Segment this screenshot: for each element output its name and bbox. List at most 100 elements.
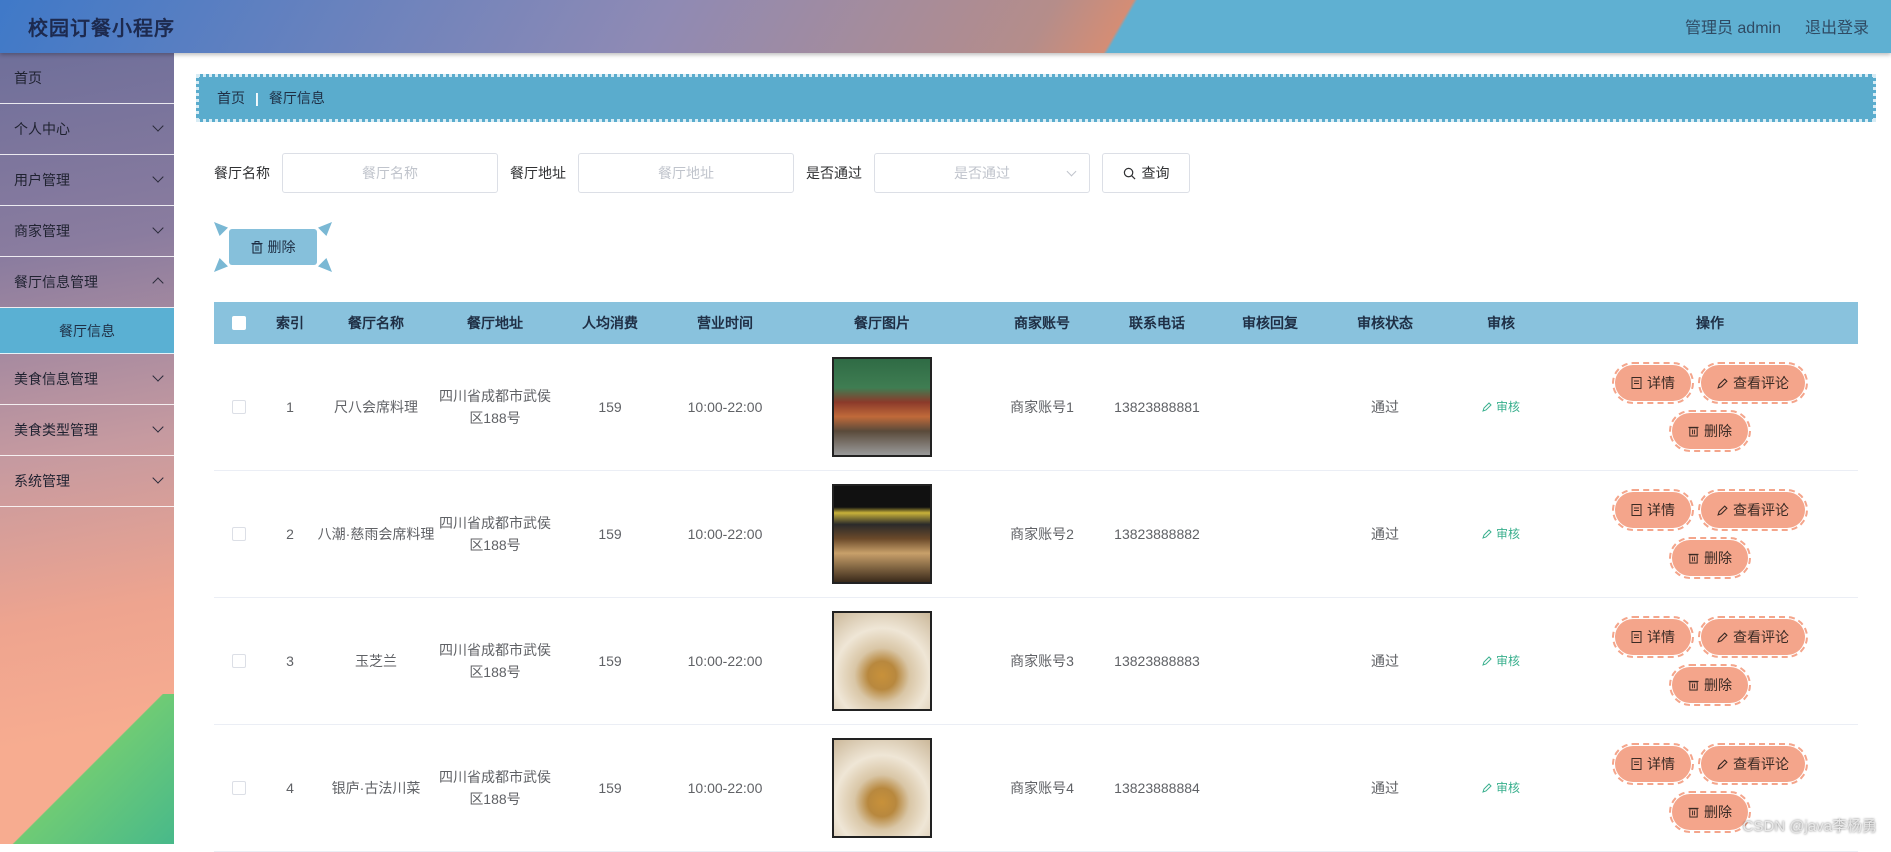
sidebar-item-food-management[interactable]: 美食信息管理: [0, 354, 174, 405]
column-header: 操作: [1562, 312, 1858, 334]
cell-phone: 13823888881: [1104, 396, 1210, 418]
column-header: 营业时间: [666, 312, 784, 334]
cell-index: 2: [264, 523, 316, 545]
batch-delete-wrapper: 删除: [214, 220, 332, 274]
sidebar-item-food-type-management[interactable]: 美食类型管理: [0, 405, 174, 456]
audit-link[interactable]: 审核: [1482, 396, 1520, 418]
restaurant-name-input[interactable]: [282, 153, 498, 193]
sidebar-item-user-management[interactable]: 用户管理: [0, 155, 174, 206]
document-icon: [1631, 631, 1642, 643]
cell-average-price: 159: [554, 396, 666, 418]
row-checkbox[interactable]: [232, 400, 246, 414]
breadcrumb: 首页 | 餐厅信息: [196, 74, 1876, 122]
restaurant-address-label: 餐厅地址: [510, 163, 566, 183]
cell-audit-status: 通过: [1330, 650, 1440, 672]
breadcrumb-home[interactable]: 首页: [217, 88, 245, 108]
detail-button-label: 详情: [1647, 753, 1675, 775]
detail-button[interactable]: 详情: [1615, 746, 1691, 782]
audit-link-label: 审核: [1496, 523, 1520, 545]
audit-link-label: 审核: [1496, 777, 1520, 799]
cell-audit-status: 通过: [1330, 777, 1440, 799]
view-comments-button[interactable]: 查看评论: [1701, 619, 1805, 655]
column-header: 餐厅地址: [436, 312, 554, 334]
csdn-watermark: CSDN @java李杨勇: [1743, 815, 1877, 836]
view-comments-button[interactable]: 查看评论: [1701, 365, 1805, 401]
detail-button[interactable]: 详情: [1615, 619, 1691, 655]
admin-user-label: 管理员 admin: [1685, 14, 1781, 38]
restaurant-image: [832, 738, 932, 838]
delete-button-label: 删除: [1704, 420, 1732, 442]
corner-decoration: [318, 258, 332, 272]
delete-button[interactable]: 删除: [1672, 413, 1748, 449]
top-header: 校园订餐小程序 管理员 admin 退出登录: [0, 0, 1891, 53]
view-comments-button[interactable]: 查看评论: [1701, 492, 1805, 528]
delete-button[interactable]: 删除: [1672, 794, 1748, 830]
cell-audit-status: 通过: [1330, 523, 1440, 545]
detail-button[interactable]: 详情: [1615, 492, 1691, 528]
cell-average-price: 159: [554, 650, 666, 672]
row-actions: 详情 查看评论 删除: [1615, 492, 1805, 576]
delete-button[interactable]: 删除: [1672, 540, 1748, 576]
view-comments-button[interactable]: 查看评论: [1701, 746, 1805, 782]
query-button[interactable]: 查询: [1102, 153, 1190, 193]
restaurant-image: [832, 611, 932, 711]
sidebar-item-merchant-management[interactable]: 商家管理: [0, 206, 174, 257]
search-bar: 餐厅名称 餐厅地址 是否通过 是否通过 查询: [214, 153, 1190, 193]
restaurant-table: 索引 餐厅名称 餐厅地址 人均消费 营业时间 餐厅图片 商家账号 联系电话 审核…: [214, 302, 1858, 852]
cell-index: 3: [264, 650, 316, 672]
cell-restaurant-name: 八潮·慈雨会席料理: [316, 523, 436, 545]
row-checkbox[interactable]: [232, 527, 246, 541]
view-comments-label: 查看评论: [1733, 626, 1789, 648]
trash-icon: [251, 241, 263, 254]
cell-audit-status: 通过: [1330, 396, 1440, 418]
sidebar-item-home[interactable]: 首页: [0, 53, 174, 104]
approval-status-label: 是否通过: [806, 163, 862, 183]
row-checkbox[interactable]: [232, 781, 246, 795]
edit-icon: [1717, 759, 1728, 770]
sidebar-item-system-management[interactable]: 系统管理: [0, 456, 174, 507]
restaurant-address-input[interactable]: [578, 153, 794, 193]
restaurant-name-label: 餐厅名称: [214, 163, 270, 183]
cell-address: 四川省成都市武侯区188号: [436, 512, 554, 556]
audit-link[interactable]: 审核: [1482, 523, 1520, 545]
trash-icon: [1688, 425, 1699, 437]
column-header: 商家账号: [980, 312, 1104, 334]
breadcrumb-separator: |: [255, 90, 259, 106]
view-comments-label: 查看评论: [1733, 753, 1789, 775]
column-header: 审核状态: [1330, 312, 1440, 334]
cell-restaurant-name: 银庐·古法川菜: [316, 777, 436, 799]
detail-button[interactable]: 详情: [1615, 365, 1691, 401]
cell-merchant-account: 商家账号4: [980, 777, 1104, 799]
approval-status-select[interactable]: 是否通过: [874, 153, 1090, 193]
chevron-down-icon: [152, 472, 163, 483]
sidebar-item-label: 商家管理: [14, 221, 70, 241]
chevron-down-icon: [152, 370, 163, 381]
corner-decoration: [214, 258, 228, 272]
document-icon: [1631, 504, 1642, 516]
audit-link-label: 审核: [1496, 396, 1520, 418]
logout-link[interactable]: 退出登录: [1805, 14, 1869, 38]
cell-address: 四川省成都市武侯区188号: [436, 639, 554, 683]
row-checkbox[interactable]: [232, 654, 246, 668]
sidebar-item-restaurant-management[interactable]: 餐厅信息管理: [0, 257, 174, 308]
audit-link[interactable]: 审核: [1482, 650, 1520, 672]
cell-phone: 13823888883: [1104, 650, 1210, 672]
column-header: 餐厅图片: [784, 312, 980, 334]
table-row: 2 八潮·慈雨会席料理 四川省成都市武侯区188号 159 10:00-22:0…: [214, 471, 1858, 598]
chevron-up-icon: [152, 277, 163, 288]
breadcrumb-current: 餐厅信息: [269, 88, 325, 108]
batch-delete-button[interactable]: 删除: [229, 229, 317, 265]
cell-index: 4: [264, 777, 316, 799]
edit-icon: [1482, 529, 1492, 539]
cell-phone: 13823888884: [1104, 777, 1210, 799]
sidebar-item-personal-center[interactable]: 个人中心: [0, 104, 174, 155]
audit-link[interactable]: 审核: [1482, 777, 1520, 799]
table-header: 索引 餐厅名称 餐厅地址 人均消费 营业时间 餐厅图片 商家账号 联系电话 审核…: [214, 302, 1858, 344]
cell-address: 四川省成都市武侯区188号: [436, 385, 554, 429]
cell-address: 四川省成都市武侯区188号: [436, 766, 554, 810]
chevron-down-icon: [1067, 167, 1077, 177]
sidebar-subitem-restaurant-info[interactable]: 餐厅信息: [0, 308, 174, 354]
chevron-down-icon: [152, 222, 163, 233]
select-all-checkbox[interactable]: [232, 316, 246, 330]
delete-button[interactable]: 删除: [1672, 667, 1748, 703]
